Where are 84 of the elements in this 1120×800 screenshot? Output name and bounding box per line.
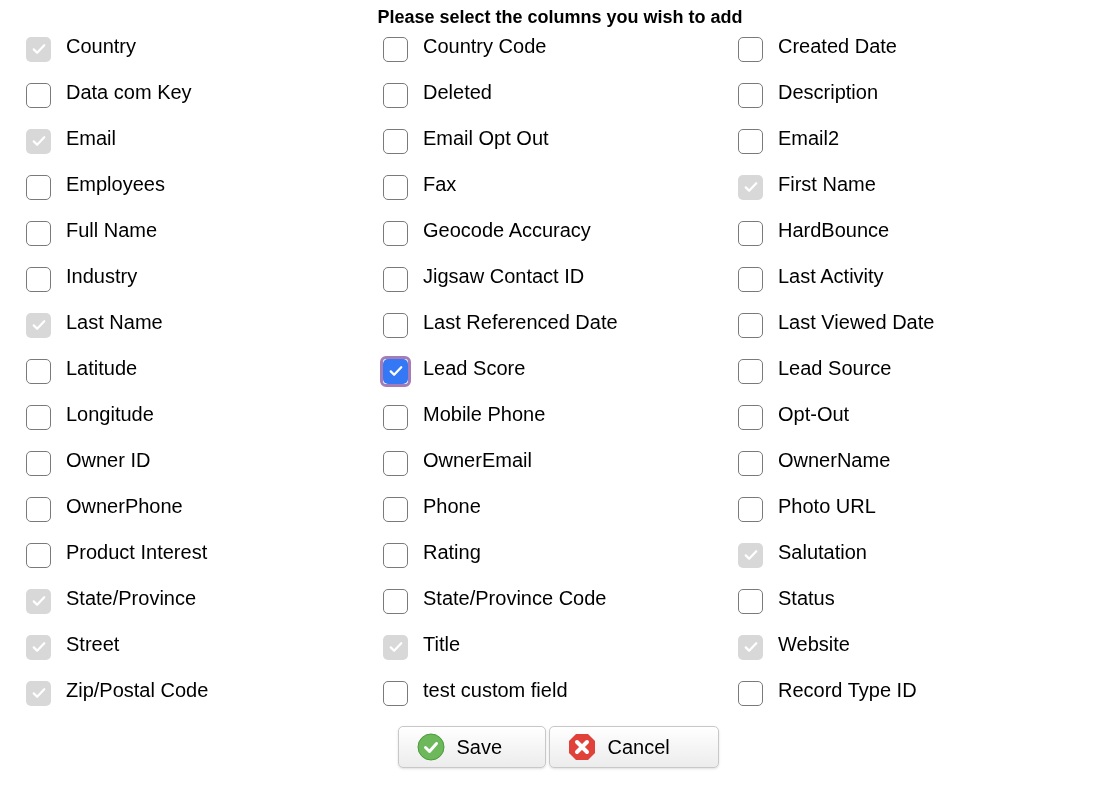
checkbox-label: Mobile Phone <box>423 402 546 426</box>
checkbox-label: Website <box>778 632 850 656</box>
checkbox-label: Zip/Postal Code <box>66 678 209 702</box>
checkbox[interactable] <box>383 496 408 522</box>
checkbox-label: Status <box>778 586 835 610</box>
checkbox[interactable] <box>26 496 51 522</box>
checkbox[interactable] <box>738 496 763 522</box>
checkbox-label: Last Referenced Date <box>423 310 618 334</box>
checkbox[interactable] <box>26 266 51 292</box>
checkbox-label: State/Province Code <box>423 586 607 610</box>
checkbox-label: Industry <box>66 264 138 288</box>
checkbox-label: Email2 <box>778 126 840 150</box>
checkbox[interactable] <box>738 358 763 384</box>
checkbox[interactable] <box>383 312 408 338</box>
checkbox[interactable] <box>383 542 408 568</box>
checkbox[interactable] <box>26 82 51 108</box>
checkbox-label: Employees <box>66 172 165 196</box>
checkbox-label: Full Name <box>66 218 158 242</box>
checkbox[interactable] <box>383 404 408 430</box>
checkbox[interactable] <box>738 82 763 108</box>
checkbox-label: OwnerPhone <box>66 494 183 518</box>
checkbox-label: HardBounce <box>778 218 890 242</box>
checkbox-label: Last Name <box>66 310 163 334</box>
checkbox-label: Salutation <box>778 540 867 564</box>
checkbox-label: Photo URL <box>778 494 876 518</box>
checkbox-label: Country Code <box>423 34 547 58</box>
checkmark-icon <box>416 733 445 761</box>
checkbox-label: Country <box>66 34 137 58</box>
checkbox[interactable] <box>383 680 408 706</box>
checkbox-label: Last Viewed Date <box>778 310 935 334</box>
checkbox-label: Latitude <box>66 356 138 380</box>
checkbox[interactable] <box>26 358 51 384</box>
checkbox[interactable] <box>738 588 763 614</box>
checkbox-label: Phone <box>423 494 481 518</box>
checkbox[interactable] <box>26 450 51 476</box>
checkbox-label: test custom field <box>423 678 568 702</box>
checkbox[interactable] <box>26 174 51 200</box>
checkbox-label: Lead Score <box>423 356 526 380</box>
close-icon <box>567 733 596 761</box>
checkbox[interactable] <box>738 220 763 246</box>
checkbox-label: Deleted <box>423 80 492 104</box>
checkbox-label: State/Province <box>66 586 197 610</box>
checkbox[interactable] <box>738 36 763 62</box>
checkbox[interactable] <box>383 450 408 476</box>
checkbox[interactable] <box>383 82 408 108</box>
checkbox-label: Longitude <box>66 402 154 426</box>
checkbox[interactable] <box>383 588 408 614</box>
checkbox-label: Title <box>423 632 461 656</box>
cancel-button[interactable]: Cancel <box>548 726 719 768</box>
checkbox[interactable] <box>383 36 408 62</box>
checkbox[interactable] <box>383 174 408 200</box>
checkbox-label: Jigsaw Contact ID <box>423 264 585 288</box>
checkbox-label: Lead Source <box>778 356 892 380</box>
checkbox[interactable] <box>738 266 763 292</box>
checkbox-label: Owner ID <box>66 448 151 472</box>
checkbox-label: Data com Key <box>66 80 192 104</box>
checkbox-label: Opt-Out <box>778 402 850 426</box>
checkbox-label: OwnerName <box>778 448 891 472</box>
checkbox-label: First Name <box>778 172 876 196</box>
checkbox-label: Last Activity <box>778 264 884 288</box>
checkbox-label: Rating <box>423 540 481 564</box>
checkbox[interactable] <box>738 404 763 430</box>
checkbox[interactable] <box>383 128 408 154</box>
checkbox-label: Fax <box>423 172 457 196</box>
checkbox[interactable] <box>738 312 763 338</box>
checkbox[interactable] <box>383 266 408 292</box>
checkbox-label: Product Interest <box>66 540 208 564</box>
checkbox[interactable] <box>738 450 763 476</box>
checkbox-label: Record Type ID <box>778 678 917 702</box>
checkbox[interactable] <box>383 220 408 246</box>
checkbox-label: Created Date <box>778 34 897 58</box>
checkbox-label: Email Opt Out <box>423 126 549 150</box>
checkbox-label: Description <box>778 80 879 104</box>
checkbox[interactable] <box>26 220 51 246</box>
checkbox-label: Street <box>66 632 120 656</box>
checkbox[interactable] <box>26 404 51 430</box>
checkbox[interactable] <box>738 128 763 154</box>
checkbox[interactable] <box>738 680 763 706</box>
dialog-title: Please select the columns you wish to add <box>377 6 743 28</box>
checkbox[interactable] <box>26 542 51 568</box>
checkbox-label: Geocode Accuracy <box>423 218 591 242</box>
checkbox-label: Email <box>66 126 116 150</box>
save-button[interactable]: Save <box>397 726 546 768</box>
checkbox-label: OwnerEmail <box>423 448 532 472</box>
